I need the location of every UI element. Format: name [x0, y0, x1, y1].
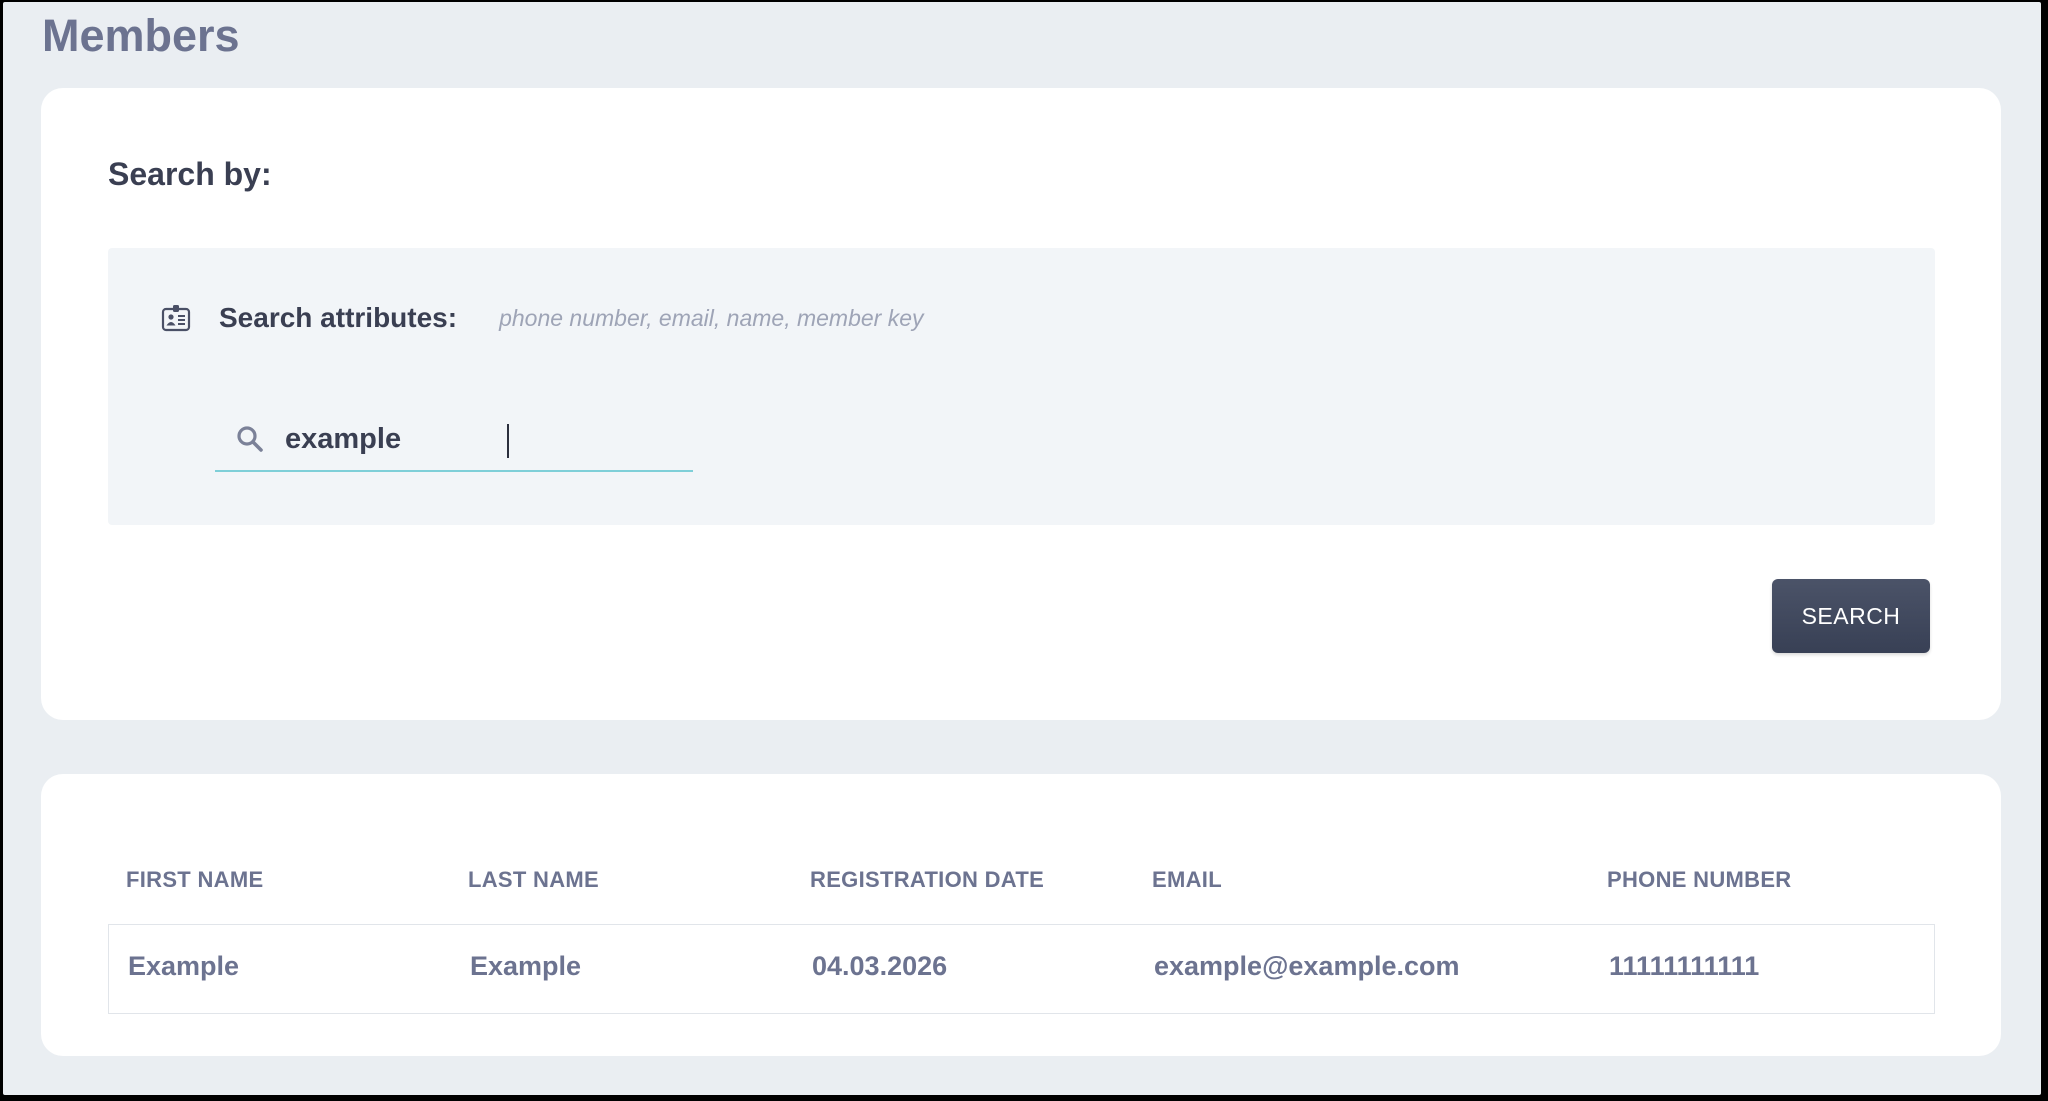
search-button[interactable]: SEARCH — [1772, 579, 1930, 653]
search-panel: Search attributes: phone number, email, … — [108, 248, 1935, 525]
cell-last-name: Example — [470, 951, 582, 981]
members-page: Members Search by: Search attributes: ph… — [3, 2, 2041, 1095]
members-table: FIRST NAME LAST NAME REGISTRATION DATE E… — [108, 834, 1935, 1014]
cell-registration-date: 04.03.2026 — [812, 951, 948, 981]
search-input[interactable] — [285, 419, 685, 459]
cell-phone-number: 11111111111 — [1609, 951, 1760, 981]
table-header: FIRST NAME LAST NAME REGISTRATION DATE E… — [108, 834, 1935, 925]
search-attributes-hint: phone number, email, name, member key — [499, 304, 924, 331]
column-header-email[interactable]: EMAIL — [1152, 867, 1222, 893]
column-header-phone-number[interactable]: PHONE NUMBER — [1607, 867, 1792, 893]
id-badge-icon — [161, 305, 191, 332]
search-section-title: Search by: — [108, 156, 272, 192]
search-card: Search by: Search attributes: phone numb… — [41, 88, 2001, 720]
search-field[interactable] — [215, 408, 693, 472]
search-attributes-label: Search attributes: — [219, 302, 458, 333]
cell-first-name: Example — [128, 951, 240, 981]
text-caret — [507, 424, 509, 458]
column-header-first-name[interactable]: FIRST NAME — [126, 867, 263, 893]
table-row[interactable]: Example Example 04.03.2026 example@examp… — [108, 925, 1935, 1014]
column-header-last-name[interactable]: LAST NAME — [468, 867, 599, 893]
results-card: FIRST NAME LAST NAME REGISTRATION DATE E… — [41, 774, 2001, 1056]
search-attributes-row: Search attributes: phone number, email, … — [160, 298, 924, 338]
search-icon — [237, 426, 263, 452]
column-header-registration-date[interactable]: REGISTRATION DATE — [810, 867, 1044, 893]
page-title: Members — [42, 10, 240, 61]
cell-email: example@example.com — [1154, 951, 1460, 981]
